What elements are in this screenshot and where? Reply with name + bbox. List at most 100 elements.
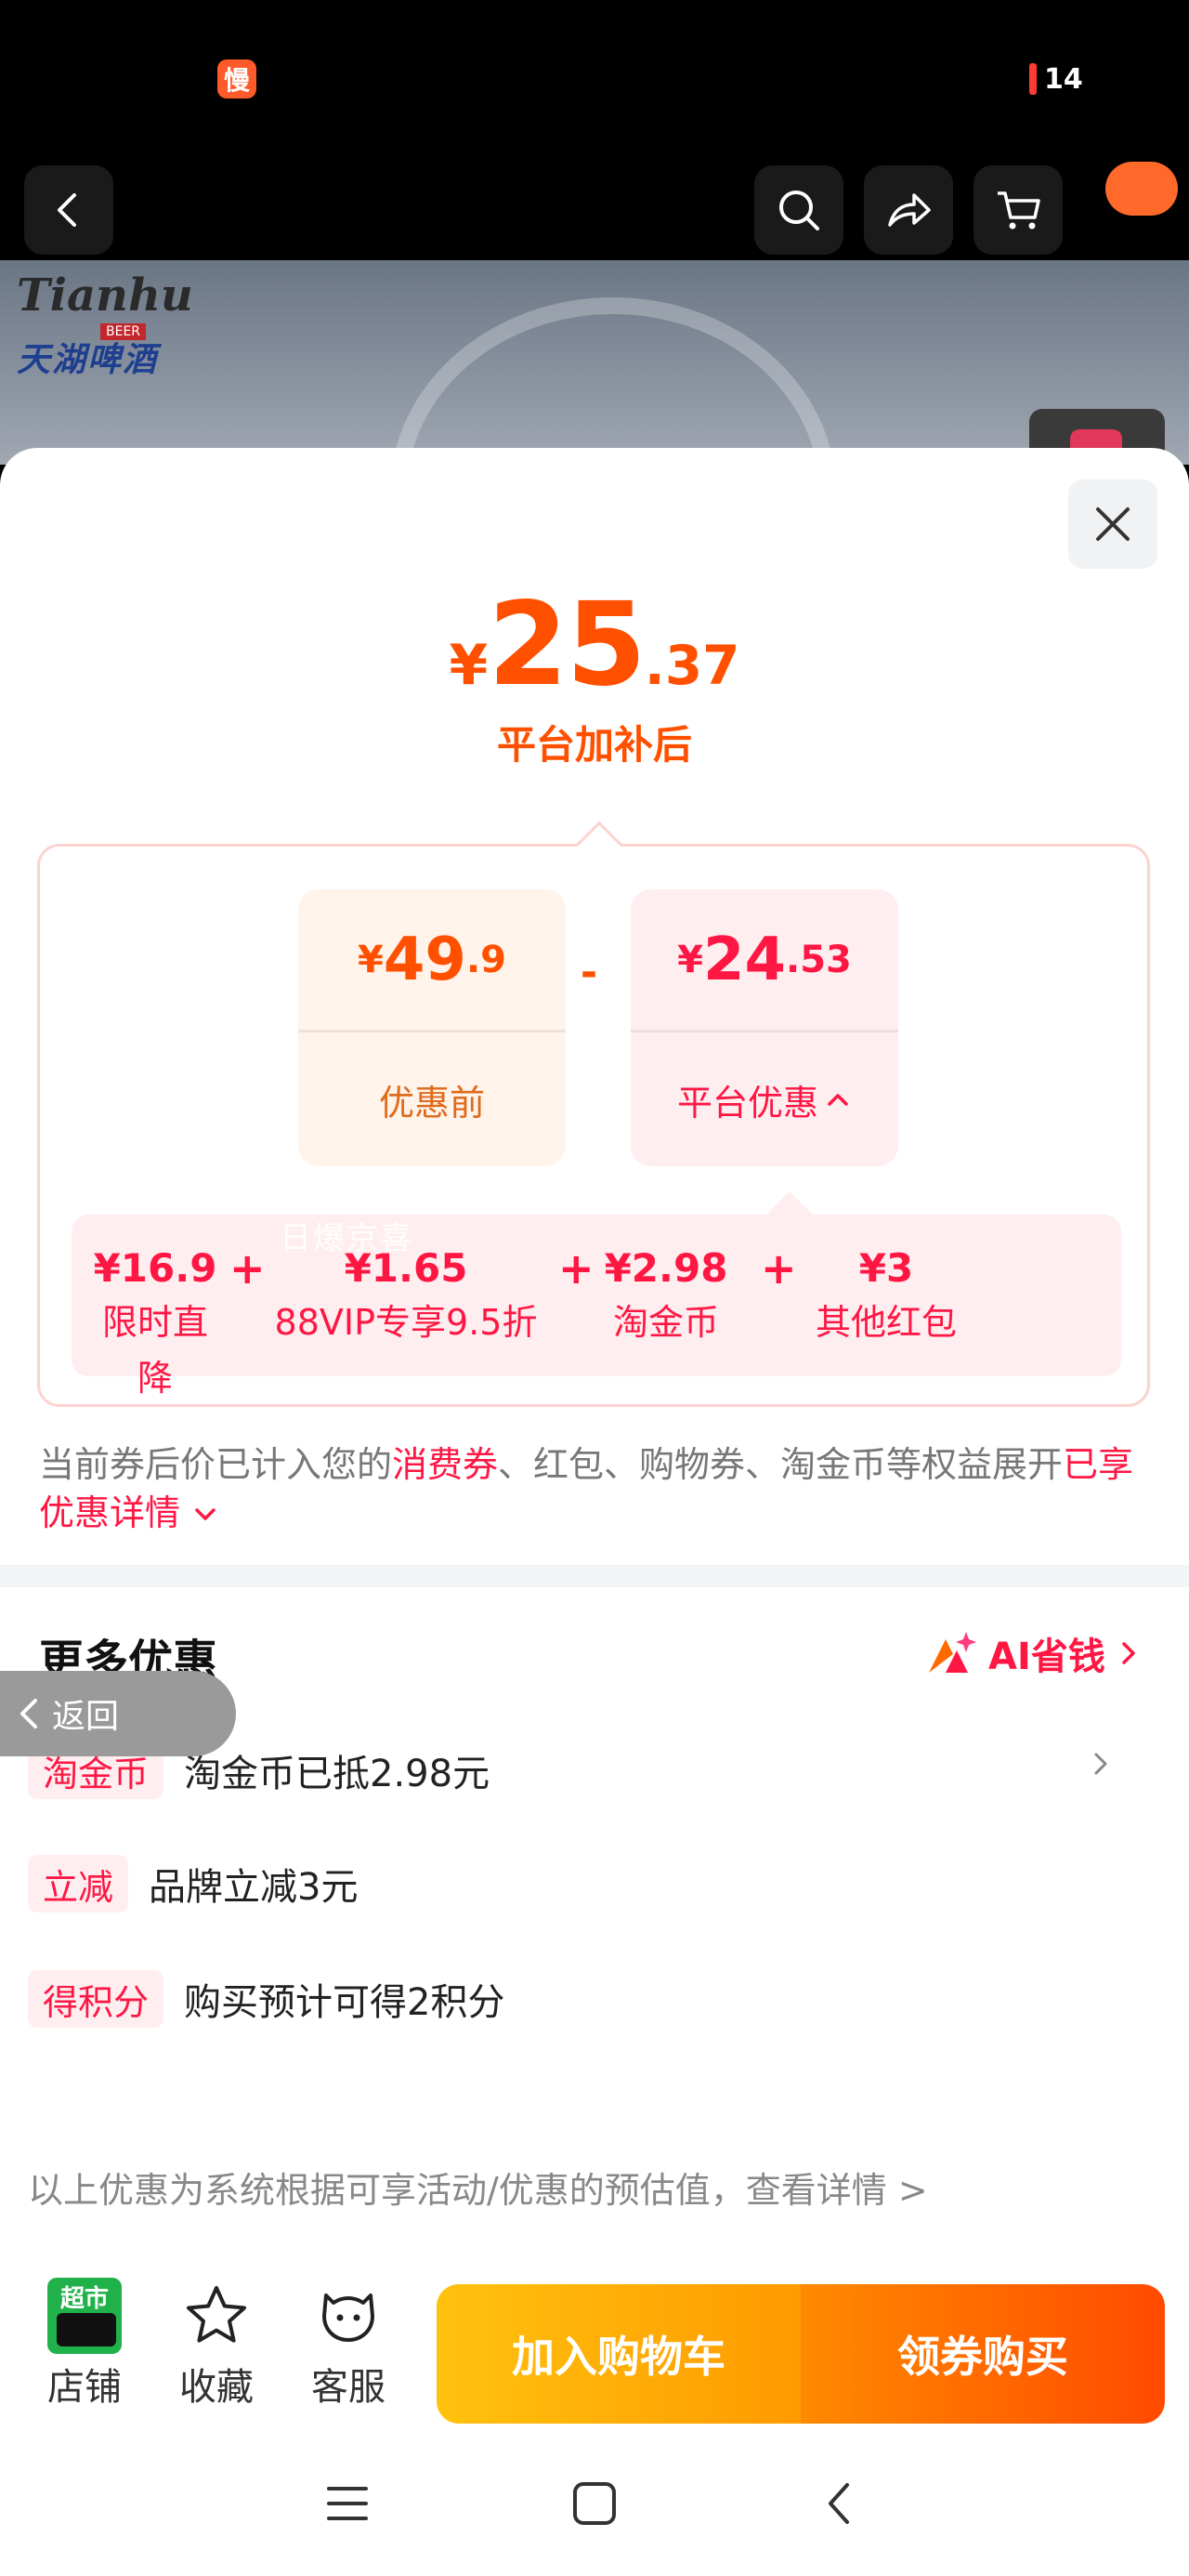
back-pill-label: 返回 xyxy=(52,1698,120,1736)
minus-operator: - xyxy=(580,949,598,996)
home-button[interactable] xyxy=(567,2476,622,2531)
back-arrow-icon xyxy=(829,2483,849,2524)
promo-text: 品牌立减3元 xyxy=(149,1866,359,1909)
final-price-decimal: .37 xyxy=(644,634,740,697)
price-before-decimal: .9 xyxy=(465,938,506,981)
details-pointer xyxy=(766,1190,813,1237)
promo-row-instant-discount: 立减 品牌立减3元 xyxy=(28,1851,358,1916)
status-bar: 慢 14 xyxy=(0,0,1189,149)
plus-operator: + xyxy=(558,1243,594,1294)
breakdown-pointer xyxy=(575,821,623,869)
detail-label: 其他红包 xyxy=(815,1302,957,1343)
final-price-integer: 25 xyxy=(488,578,647,712)
chevron-down-icon xyxy=(195,1508,216,1520)
detail-label: 88VIP专享9.5折 xyxy=(274,1302,538,1343)
discount-details-row: 日爆京喜 ¥16.9 限时直降 + ¥1.65 88VIP专享9.5折 + ¥2… xyxy=(72,1190,1121,1399)
home-square-icon xyxy=(573,2482,616,2525)
promo-text: 淘金币已抵2.98元 xyxy=(184,1753,490,1795)
ai-save-link[interactable]: AI省钱 xyxy=(925,1628,1141,1678)
battery-level: 14 xyxy=(1044,62,1083,96)
menu-icon xyxy=(327,2487,368,2520)
price-before-symbol: ¥ xyxy=(358,938,384,981)
add-to-cart-button[interactable]: 加入购物车 xyxy=(437,2284,801,2424)
notice-text: 、红包、购物券、淘金币等权益展开 xyxy=(498,1444,1064,1485)
cart-button[interactable] xyxy=(973,165,1063,255)
claim-coupon-buy-button[interactable]: 领券购买 xyxy=(801,2284,1165,2424)
brand-logo-beer: BEER xyxy=(100,323,147,340)
plus-operator: + xyxy=(761,1243,797,1294)
coupon-notice: 当前券后价已计入您的消费券、红包、购物券、淘金币等权益展开已享优惠详情 xyxy=(39,1440,1154,1537)
chevron-left-icon xyxy=(58,193,76,227)
price-detail-sheet: ¥25.37 平台加补后 ¥49.9 优惠前 - ¥24.53 平台优惠 日爆京… xyxy=(0,448,1189,2576)
chevron-left-icon xyxy=(20,1699,37,1728)
detail-item-red-packet: ¥3 其他红包 xyxy=(798,1242,974,1350)
back-button[interactable] xyxy=(24,165,113,255)
floating-back-pill[interactable]: 返回 xyxy=(0,1671,236,1756)
chevron-right-icon[interactable] xyxy=(1091,1745,1113,1792)
share-icon xyxy=(888,193,931,227)
discount-integer: 24 xyxy=(702,925,787,994)
system-back-button[interactable] xyxy=(812,2476,868,2531)
top-navbar xyxy=(0,149,1189,260)
discount-symbol: ¥ xyxy=(677,938,703,981)
detail-value: ¥3 xyxy=(858,1245,914,1291)
promo-row-points: 得积分 购买预计可得2积分 xyxy=(28,1966,504,2031)
price-breakdown-card: ¥49.9 优惠前 - ¥24.53 平台优惠 日爆京喜 ¥16.9 限时直降 … xyxy=(37,821,1150,1407)
detail-value: ¥1.65 xyxy=(344,1245,468,1291)
brand-logo: Tianhu BEER 天湖啤酒 xyxy=(17,269,203,381)
discount-decimal: .53 xyxy=(786,938,852,981)
shop-button[interactable]: 超市 店铺 xyxy=(33,2278,136,2411)
promo-text: 购买预计可得2积分 xyxy=(184,1981,505,2024)
price-before-integer: 49 xyxy=(383,925,466,994)
star-icon xyxy=(187,2286,246,2343)
ai-save-label: AI省钱 xyxy=(988,1636,1105,1678)
share-button[interactable] xyxy=(864,165,953,255)
tmall-supermarket-icon: 超市 xyxy=(47,2278,122,2354)
close-icon xyxy=(1096,507,1130,541)
shop-label: 店铺 xyxy=(47,2366,122,2409)
plus-operator: + xyxy=(229,1243,266,1294)
search-button[interactable] xyxy=(754,165,843,255)
chevron-up-icon xyxy=(828,1094,848,1106)
battery-icon xyxy=(1029,63,1037,95)
recent-apps-button[interactable] xyxy=(320,2476,375,2531)
detail-item-flash-sale: ¥16.9 限时直降 xyxy=(90,1242,220,1406)
search-icon xyxy=(779,191,819,230)
platform-discount-label-row: 平台优惠 xyxy=(631,1032,898,1166)
chevron-right-icon xyxy=(1122,1642,1135,1664)
ai-logo-icon xyxy=(929,1632,976,1673)
purchase-buttons: 加入购物车 领券购买 xyxy=(437,2284,1165,2424)
customer-service-icon xyxy=(322,2293,374,2342)
platform-discount-value: ¥24.53 xyxy=(631,889,898,1032)
promo-tag: 得积分 xyxy=(28,1970,164,2028)
estimate-note-link[interactable]: 以上优惠为系统根据可享活动/优惠的预估值，查看详情 > xyxy=(28,2162,928,2213)
section-divider xyxy=(0,1565,1189,1587)
favorite-button[interactable]: 收藏 xyxy=(165,2279,268,2411)
favorite-label: 收藏 xyxy=(179,2366,254,2409)
detail-item-taojinbi: ¥2.98 淘金币 xyxy=(592,1242,740,1350)
promo-tag: 立减 xyxy=(28,1855,129,1912)
customer-service-label: 客服 xyxy=(311,2366,385,2409)
close-button[interactable] xyxy=(1068,480,1157,569)
detail-value: ¥2.98 xyxy=(604,1245,728,1291)
final-price-symbol: ¥ xyxy=(449,633,489,698)
price-before-label: 优惠前 xyxy=(378,1082,485,1124)
price-before-value: ¥49.9 xyxy=(298,889,566,1032)
customer-service-button[interactable]: 客服 xyxy=(297,2279,399,2411)
platform-discount-box[interactable]: ¥24.53 平台优惠 xyxy=(631,889,898,1166)
cart-icon xyxy=(998,191,1040,230)
final-price: ¥25.37 xyxy=(0,578,1189,712)
notice-text: 当前券后价已计入您的 xyxy=(39,1444,393,1485)
detail-item-88vip: ¥1.65 88VIP专享9.5折 xyxy=(267,1242,545,1350)
beer-glass-image xyxy=(390,297,836,465)
notice-consumer-coupon-link[interactable]: 消费券 xyxy=(392,1444,498,1485)
detail-value: ¥16.9 xyxy=(93,1245,217,1291)
final-price-caption: 平台加补后 xyxy=(496,722,692,768)
message-avatar-icon[interactable] xyxy=(1105,162,1178,216)
system-navigation-bar xyxy=(0,2433,1189,2576)
shop-badge-text: 超市 xyxy=(59,2285,109,2313)
price-before-box: ¥49.9 优惠前 xyxy=(298,889,566,1166)
bottom-action-bar: 超市 店铺 收藏 客服 加入购物车 领券购买 xyxy=(0,2266,1189,2433)
detail-label: 限时直降 xyxy=(101,1302,208,1399)
platform-discount-label: 平台优惠 xyxy=(676,1082,818,1124)
